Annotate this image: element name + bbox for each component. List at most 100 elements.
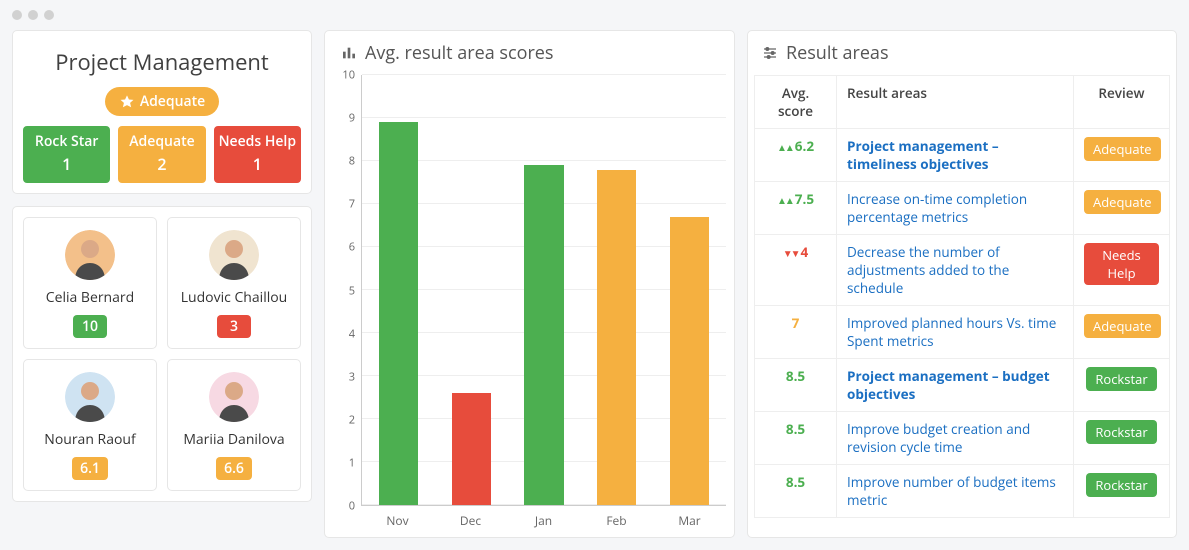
table-row: 8.5 Improve number of budget items metric… bbox=[755, 465, 1170, 518]
avg-score: ▲▲7.5 bbox=[777, 190, 814, 208]
person-card[interactable]: Mariia Danilova 6.6 bbox=[167, 359, 301, 491]
trend-up-icon: ▲▲ bbox=[777, 193, 793, 207]
avatar bbox=[65, 230, 115, 280]
x-tick-label: Mar bbox=[653, 506, 726, 529]
person-name: Celia Bernard bbox=[46, 288, 134, 307]
avg-score: 8.5 bbox=[786, 473, 805, 491]
table-row: ▲▲7.5 Increase on-time completion percent… bbox=[755, 182, 1170, 235]
y-tick-label: 2 bbox=[349, 412, 355, 427]
y-tick-label: 7 bbox=[349, 197, 355, 212]
person-name: Nouran Raouf bbox=[44, 430, 135, 449]
avg-scores-panel: Avg. result area scores 0 1 2 3 4 5 6 7 8 9 10 Nov… bbox=[324, 30, 735, 538]
result-areas-panel: Result areas Avg. score Result areas Rev… bbox=[747, 30, 1177, 538]
y-tick-label: 3 bbox=[349, 369, 355, 384]
person-score: 6.1 bbox=[72, 457, 108, 480]
stat-label: Rock Star bbox=[27, 132, 106, 151]
bar[interactable] bbox=[524, 165, 563, 505]
review-badge: Rockstar bbox=[1086, 473, 1156, 497]
stat-count: 1 bbox=[27, 153, 106, 175]
col-review: Review bbox=[1074, 76, 1170, 129]
person-score: 6.6 bbox=[216, 457, 252, 480]
person-score: 10 bbox=[73, 315, 107, 338]
result-areas-title: Result areas bbox=[786, 41, 889, 65]
review-badge: Rockstar bbox=[1086, 420, 1156, 444]
window-dot bbox=[28, 10, 38, 20]
y-tick-label: 9 bbox=[349, 111, 355, 126]
table-row: 7 Improved planned hours Vs. time Spent m… bbox=[755, 306, 1170, 359]
chart-y-axis: 012345678910 bbox=[333, 75, 361, 506]
result-area-link[interactable]: Project management – timeliness objectiv… bbox=[847, 137, 999, 173]
y-tick-label: 4 bbox=[349, 326, 355, 341]
person-name: Ludovic Chaillou bbox=[181, 288, 288, 307]
window-dot bbox=[12, 10, 22, 20]
avg-score: ▲▲6.2 bbox=[777, 137, 814, 155]
stat-label: Adequate bbox=[122, 132, 201, 151]
stat-green[interactable]: Rock Star 1 bbox=[23, 126, 110, 183]
person-card[interactable]: Ludovic Chaillou 3 bbox=[167, 217, 301, 349]
result-area-link[interactable]: Improved planned hours Vs. time Spent me… bbox=[847, 314, 1056, 350]
chart-x-axis: NovDecJanFebMar bbox=[361, 506, 726, 529]
page-title: Project Management bbox=[23, 41, 301, 87]
bar[interactable] bbox=[597, 170, 636, 505]
col-result-area: Result areas bbox=[837, 76, 1074, 129]
result-area-link[interactable]: Improve number of budget items metric bbox=[847, 473, 1056, 509]
result-area-link[interactable]: Improve budget creation and revision cyc… bbox=[847, 420, 1030, 456]
result-area-link[interactable]: Increase on-time completion percentage m… bbox=[847, 190, 1027, 226]
avg-score: ▼▼4 bbox=[783, 243, 809, 261]
sliders-icon bbox=[762, 45, 778, 61]
avatar bbox=[209, 230, 259, 280]
review-badge: Adequate bbox=[1084, 190, 1161, 214]
y-tick-label: 8 bbox=[349, 154, 355, 169]
table-row: 8.5 Improve budget creation and revision … bbox=[755, 412, 1170, 465]
people-grid: Celia Bernard 10 Ludovic Chaillou 3 Nouran R… bbox=[12, 206, 312, 502]
result-area-link[interactable]: Decrease the number of adjustments added… bbox=[847, 243, 1009, 297]
bar[interactable] bbox=[670, 217, 709, 505]
result-area-link[interactable]: Project management – budget objectives bbox=[847, 367, 1050, 403]
overall-rating-label: Adequate bbox=[140, 92, 205, 111]
avg-score: 7 bbox=[792, 314, 800, 332]
x-tick-label: Nov bbox=[361, 506, 434, 529]
person-card[interactable]: Celia Bernard 10 bbox=[23, 217, 157, 349]
y-tick-label: 6 bbox=[349, 240, 355, 255]
result-areas-table: Avg. score Result areas Review ▲▲6.2 Proj… bbox=[754, 75, 1170, 518]
bar[interactable] bbox=[452, 393, 491, 505]
person-card[interactable]: Nouran Raouf 6.1 bbox=[23, 359, 157, 491]
review-badge: Rockstar bbox=[1086, 367, 1156, 391]
summary-card: Project Management Adequate Rock Star 1 Ad… bbox=[12, 30, 312, 194]
y-tick-label: 1 bbox=[349, 455, 355, 470]
person-name: Mariia Danilova bbox=[183, 430, 284, 449]
avatar bbox=[65, 372, 115, 422]
stat-count: 2 bbox=[122, 153, 201, 175]
y-tick-label: 0 bbox=[349, 499, 355, 514]
review-badge: Adequate bbox=[1084, 137, 1161, 161]
app-window: Project Management Adequate Rock Star 1 Ad… bbox=[0, 0, 1189, 550]
avatar bbox=[209, 372, 259, 422]
x-tick-label: Dec bbox=[434, 506, 507, 529]
overall-rating-pill[interactable]: Adequate bbox=[105, 87, 219, 116]
bar-chart-icon bbox=[341, 45, 357, 61]
rating-counts: Rock Star 1 Adequate 2 Needs Help 1 bbox=[23, 126, 301, 183]
trend-up-icon: ▲▲ bbox=[777, 140, 793, 154]
stat-count: 1 bbox=[218, 153, 297, 175]
table-row: 8.5 Project management – budget objective… bbox=[755, 359, 1170, 412]
avg-scores-title: Avg. result area scores bbox=[365, 41, 553, 65]
star-icon bbox=[119, 94, 135, 110]
bar[interactable] bbox=[379, 122, 418, 505]
review-badge: Needs Help bbox=[1084, 243, 1159, 285]
x-tick-label: Jan bbox=[507, 506, 580, 529]
window-dot bbox=[44, 10, 54, 20]
trend-down-icon: ▼▼ bbox=[783, 246, 799, 260]
table-row: ▲▲6.2 Project management – timeliness obj… bbox=[755, 129, 1170, 182]
stat-label: Needs Help bbox=[218, 132, 297, 151]
review-badge: Adequate bbox=[1084, 314, 1161, 338]
col-avg-score: Avg. score bbox=[755, 76, 837, 129]
y-tick-label: 10 bbox=[342, 68, 355, 83]
y-tick-label: 5 bbox=[349, 283, 355, 298]
stat-red[interactable]: Needs Help 1 bbox=[214, 126, 301, 183]
chart-plot bbox=[361, 75, 726, 506]
avg-score: 8.5 bbox=[786, 420, 805, 438]
avg-score: 8.5 bbox=[786, 367, 805, 385]
window-titlebar bbox=[0, 0, 1189, 30]
stat-yellow[interactable]: Adequate 2 bbox=[118, 126, 205, 183]
person-score: 3 bbox=[217, 315, 251, 338]
